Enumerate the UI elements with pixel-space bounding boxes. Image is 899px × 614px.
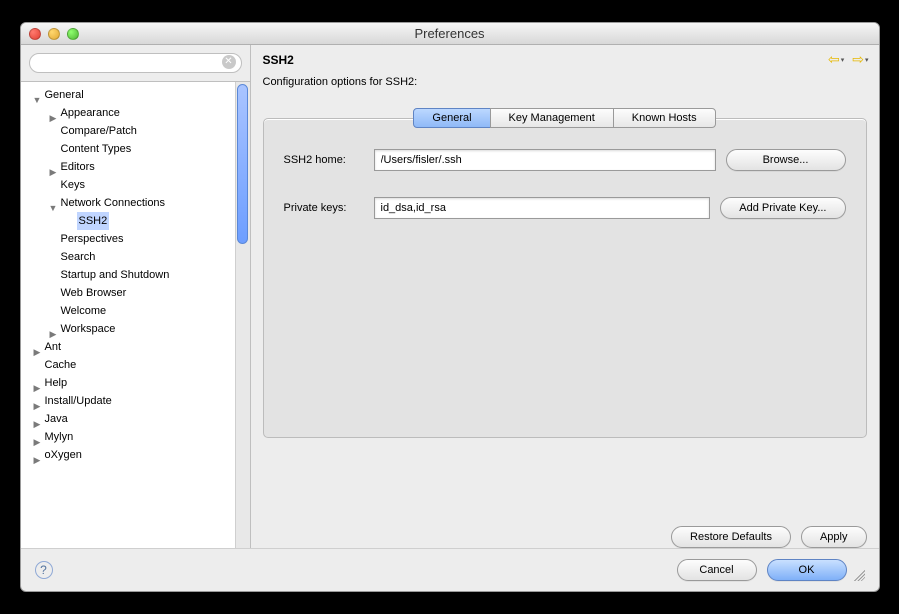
tree-item-keys[interactable]: Keys [47, 176, 234, 194]
window-title: Preferences [21, 26, 879, 41]
tree-item-editors[interactable]: ▶Editors [47, 158, 234, 176]
tree-item-workspace[interactable]: ▶Workspace [47, 320, 234, 338]
page-subtitle: Configuration options for SSH2: [251, 70, 879, 98]
tab-key-management[interactable]: Key Management [490, 108, 614, 128]
minimize-window-button[interactable] [48, 28, 60, 40]
sidebar: ✕ ▼General ▶Appearance Compare/Patch Con… [21, 45, 251, 548]
tree-item-help[interactable]: ▶Help [31, 374, 234, 392]
content-area: ✕ ▼General ▶Appearance Compare/Patch Con… [21, 45, 879, 591]
row-private-keys: Private keys: Add Private Key... [284, 197, 846, 219]
resize-grip-icon[interactable] [851, 567, 865, 581]
main-split: ✕ ▼General ▶Appearance Compare/Patch Con… [21, 45, 879, 548]
chevron-right-icon: ▶ [33, 451, 42, 460]
back-button[interactable]: ⇦▾ [828, 51, 844, 68]
preference-page: SSH2 ⇦▾ ⇨▾ Configuration options for SSH… [251, 45, 879, 548]
dropdown-icon: ▾ [865, 56, 869, 64]
page-header: SSH2 ⇦▾ ⇨▾ [251, 45, 879, 70]
dropdown-icon: ▾ [841, 56, 845, 64]
tree-item-oxygen[interactable]: ▶oXygen [31, 446, 234, 464]
page-title: SSH2 [263, 53, 294, 67]
tree-item-appearance[interactable]: ▶Appearance [47, 104, 234, 122]
ssh2-home-input[interactable] [374, 149, 716, 171]
tree-item-welcome[interactable]: Welcome [47, 302, 234, 320]
tab-general[interactable]: General [413, 108, 490, 128]
zoom-window-button[interactable] [67, 28, 79, 40]
window-controls [29, 28, 79, 40]
chevron-right-icon: ▶ [49, 163, 58, 172]
chevron-right-icon: ▶ [33, 397, 42, 406]
filter-input[interactable] [29, 53, 242, 73]
cancel-button[interactable]: Cancel [677, 559, 757, 581]
chevron-right-icon: ▶ [33, 415, 42, 424]
ssh2-home-label: SSH2 home: [284, 154, 364, 166]
row-ssh2-home: SSH2 home: Browse... [284, 149, 846, 171]
clear-search-icon[interactable]: ✕ [222, 55, 236, 69]
search-wrap: ✕ [21, 45, 250, 82]
tree-item-content-types[interactable]: Content Types [47, 140, 234, 158]
tree-item-mylyn[interactable]: ▶Mylyn [31, 428, 234, 446]
page-footer: Restore Defaults Apply [251, 516, 879, 548]
tree-item-ssh2[interactable]: SSH2 [63, 212, 234, 230]
tree-item-cache[interactable]: Cache [31, 356, 234, 374]
apply-button[interactable]: Apply [801, 526, 867, 548]
tree-item-compare-patch[interactable]: Compare/Patch [47, 122, 234, 140]
tree-item-startup-shutdown[interactable]: Startup and Shutdown [47, 266, 234, 284]
tabbar: General Key Management Known Hosts [263, 108, 867, 128]
chevron-right-icon: ▶ [33, 343, 42, 352]
tree-item-ant[interactable]: ▶Ant [31, 338, 234, 356]
tree-item-general[interactable]: ▼General [31, 86, 234, 104]
scrollbar-thumb[interactable] [237, 84, 248, 244]
preferences-window: Preferences ✕ ▼General ▶Appearance Compa… [20, 22, 880, 592]
tab-content-general: SSH2 home: Browse... Private keys: Add P… [263, 118, 867, 438]
dialog-footer: ? Cancel OK [21, 548, 879, 591]
preference-tree[interactable]: ▼General ▶Appearance Compare/Patch Conte… [21, 82, 250, 548]
tree-item-web-browser[interactable]: Web Browser [47, 284, 234, 302]
help-icon[interactable]: ? [35, 561, 53, 579]
add-private-key-button[interactable]: Add Private Key... [720, 197, 845, 219]
chevron-right-icon: ▶ [49, 325, 58, 334]
tree-item-search[interactable]: Search [47, 248, 234, 266]
forward-button[interactable]: ⇨▾ [852, 51, 868, 68]
ok-button[interactable]: OK [767, 559, 847, 581]
chevron-right-icon: ▶ [33, 379, 42, 388]
chevron-down-icon: ▼ [49, 199, 58, 208]
titlebar: Preferences [21, 23, 879, 45]
private-keys-label: Private keys: [284, 202, 364, 214]
chevron-down-icon: ▼ [33, 91, 42, 100]
ssh2-panel: General Key Management Known Hosts SSH2 … [263, 98, 867, 516]
tree-item-network-connections[interactable]: ▼Network Connections [47, 194, 234, 212]
close-window-button[interactable] [29, 28, 41, 40]
chevron-right-icon: ▶ [49, 109, 58, 118]
tree-item-java[interactable]: ▶Java [31, 410, 234, 428]
page-nav: ⇦▾ ⇨▾ [828, 51, 869, 68]
tree-scrollbar[interactable] [235, 82, 250, 548]
tree-item-install-update[interactable]: ▶Install/Update [31, 392, 234, 410]
chevron-right-icon: ▶ [33, 433, 42, 442]
restore-defaults-button[interactable]: Restore Defaults [671, 526, 791, 548]
browse-button[interactable]: Browse... [726, 149, 846, 171]
tab-known-hosts[interactable]: Known Hosts [613, 108, 716, 128]
private-keys-input[interactable] [374, 197, 711, 219]
tree-item-perspectives[interactable]: Perspectives [47, 230, 234, 248]
